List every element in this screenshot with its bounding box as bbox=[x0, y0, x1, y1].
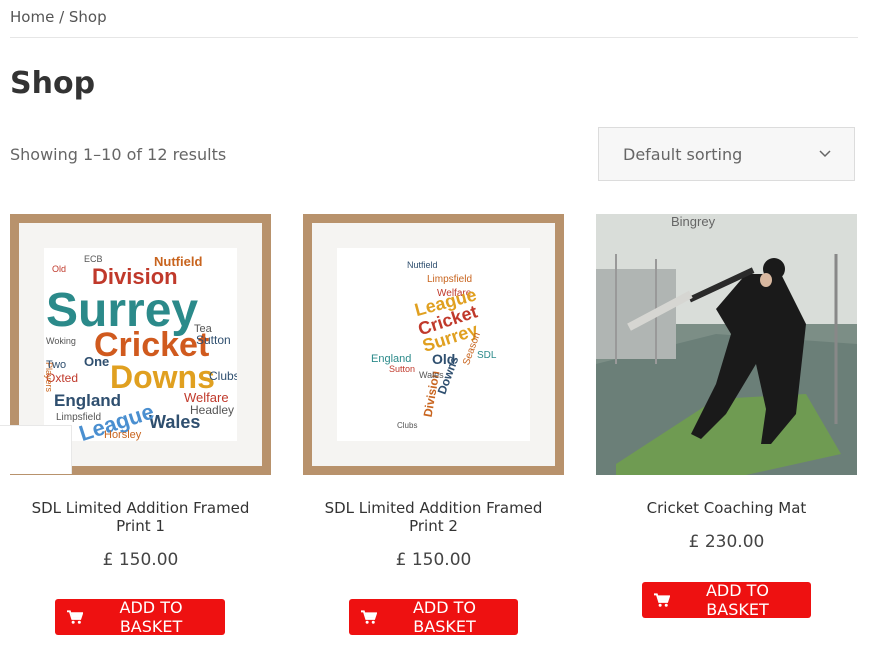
cloud-word: Nutfield bbox=[407, 260, 438, 270]
product-image-link[interactable]: Bingrey bbox=[596, 214, 857, 475]
cart-icon bbox=[67, 609, 84, 624]
breadcrumb-home-link[interactable]: Home bbox=[10, 8, 54, 26]
add-to-basket-label: ADD TO BASKET bbox=[705, 581, 770, 619]
cloud-word: Woking bbox=[46, 336, 76, 346]
word-cloud-tree-image: Nutfield Limpsfield Welfare League Crick… bbox=[371, 260, 497, 430]
wall-sign-text: Bingrey bbox=[671, 214, 716, 229]
cloud-word: England bbox=[54, 391, 121, 410]
cloud-word: Two bbox=[46, 359, 66, 371]
header-divider bbox=[10, 37, 858, 38]
cloud-word: Clubs bbox=[397, 421, 417, 430]
product-image-framed-print-2: Nutfield Limpsfield Welfare League Crick… bbox=[303, 214, 564, 475]
add-to-basket-button[interactable]: ADD TO BASKET bbox=[55, 598, 225, 636]
product-price: £ 150.00 bbox=[102, 550, 179, 570]
product-card: Bingrey Cricket Coaching Mat £ 230.00 bbox=[596, 214, 857, 552]
cloud-word: Horsley bbox=[104, 429, 142, 441]
product-price: £ 150.00 bbox=[395, 550, 472, 570]
cloud-word: SDL bbox=[477, 350, 497, 361]
sorting-selected-value: Default sorting bbox=[623, 145, 743, 164]
breadcrumb-current: Shop bbox=[68, 8, 107, 26]
cloud-word: ECB bbox=[84, 254, 103, 264]
cloud-word: Limpsfield bbox=[427, 274, 472, 285]
cloud-word: Sutton bbox=[389, 364, 415, 374]
cloud-word: Sutton bbox=[196, 333, 231, 347]
result-count: Showing 1–10 of 12 results bbox=[10, 145, 227, 164]
chevron-down-icon bbox=[819, 150, 831, 158]
add-to-basket-label: ADD TO BASKET bbox=[119, 598, 183, 636]
cloud-word: One bbox=[84, 354, 109, 369]
cloud-word: Old bbox=[52, 264, 66, 274]
breadcrumb-separator: / bbox=[54, 8, 69, 26]
product-title-link[interactable]: Cricket Coaching Mat bbox=[596, 499, 857, 517]
product-image-cricket-coaching-mat: Bingrey bbox=[596, 214, 857, 475]
product-price: £ 230.00 bbox=[688, 532, 765, 552]
page-title: Shop bbox=[10, 66, 96, 101]
breadcrumb: Home / Shop bbox=[10, 8, 107, 26]
cloud-word: Tea bbox=[194, 323, 213, 335]
product-card: Nutfield Limpsfield Welfare League Crick… bbox=[303, 214, 564, 570]
product-title-link[interactable]: SDL Limited Addition Framed Print 1 bbox=[10, 499, 271, 535]
word-cloud-image: ECB Nutfield Division Surrey Woking Cric… bbox=[44, 254, 237, 441]
cart-icon bbox=[361, 609, 378, 624]
add-to-basket-button[interactable]: ADD TO BASKET bbox=[349, 598, 518, 636]
cart-icon bbox=[654, 592, 671, 607]
cloud-word: Clubs bbox=[209, 369, 237, 383]
cloud-word: Wales bbox=[419, 370, 444, 380]
product-image-link[interactable]: Nutfield Limpsfield Welfare League Crick… bbox=[303, 214, 564, 475]
product-title-link[interactable]: SDL Limited Addition Framed Print 2 bbox=[303, 499, 564, 535]
add-to-basket-button[interactable]: ADD TO BASKET bbox=[642, 581, 811, 619]
add-to-basket-label: ADD TO BASKET bbox=[412, 598, 477, 636]
floating-overlay-tab[interactable] bbox=[0, 425, 72, 474]
sorting-dropdown[interactable]: Default sorting bbox=[598, 127, 855, 181]
product-card: ECB Nutfield Division Surrey Woking Cric… bbox=[10, 214, 271, 570]
